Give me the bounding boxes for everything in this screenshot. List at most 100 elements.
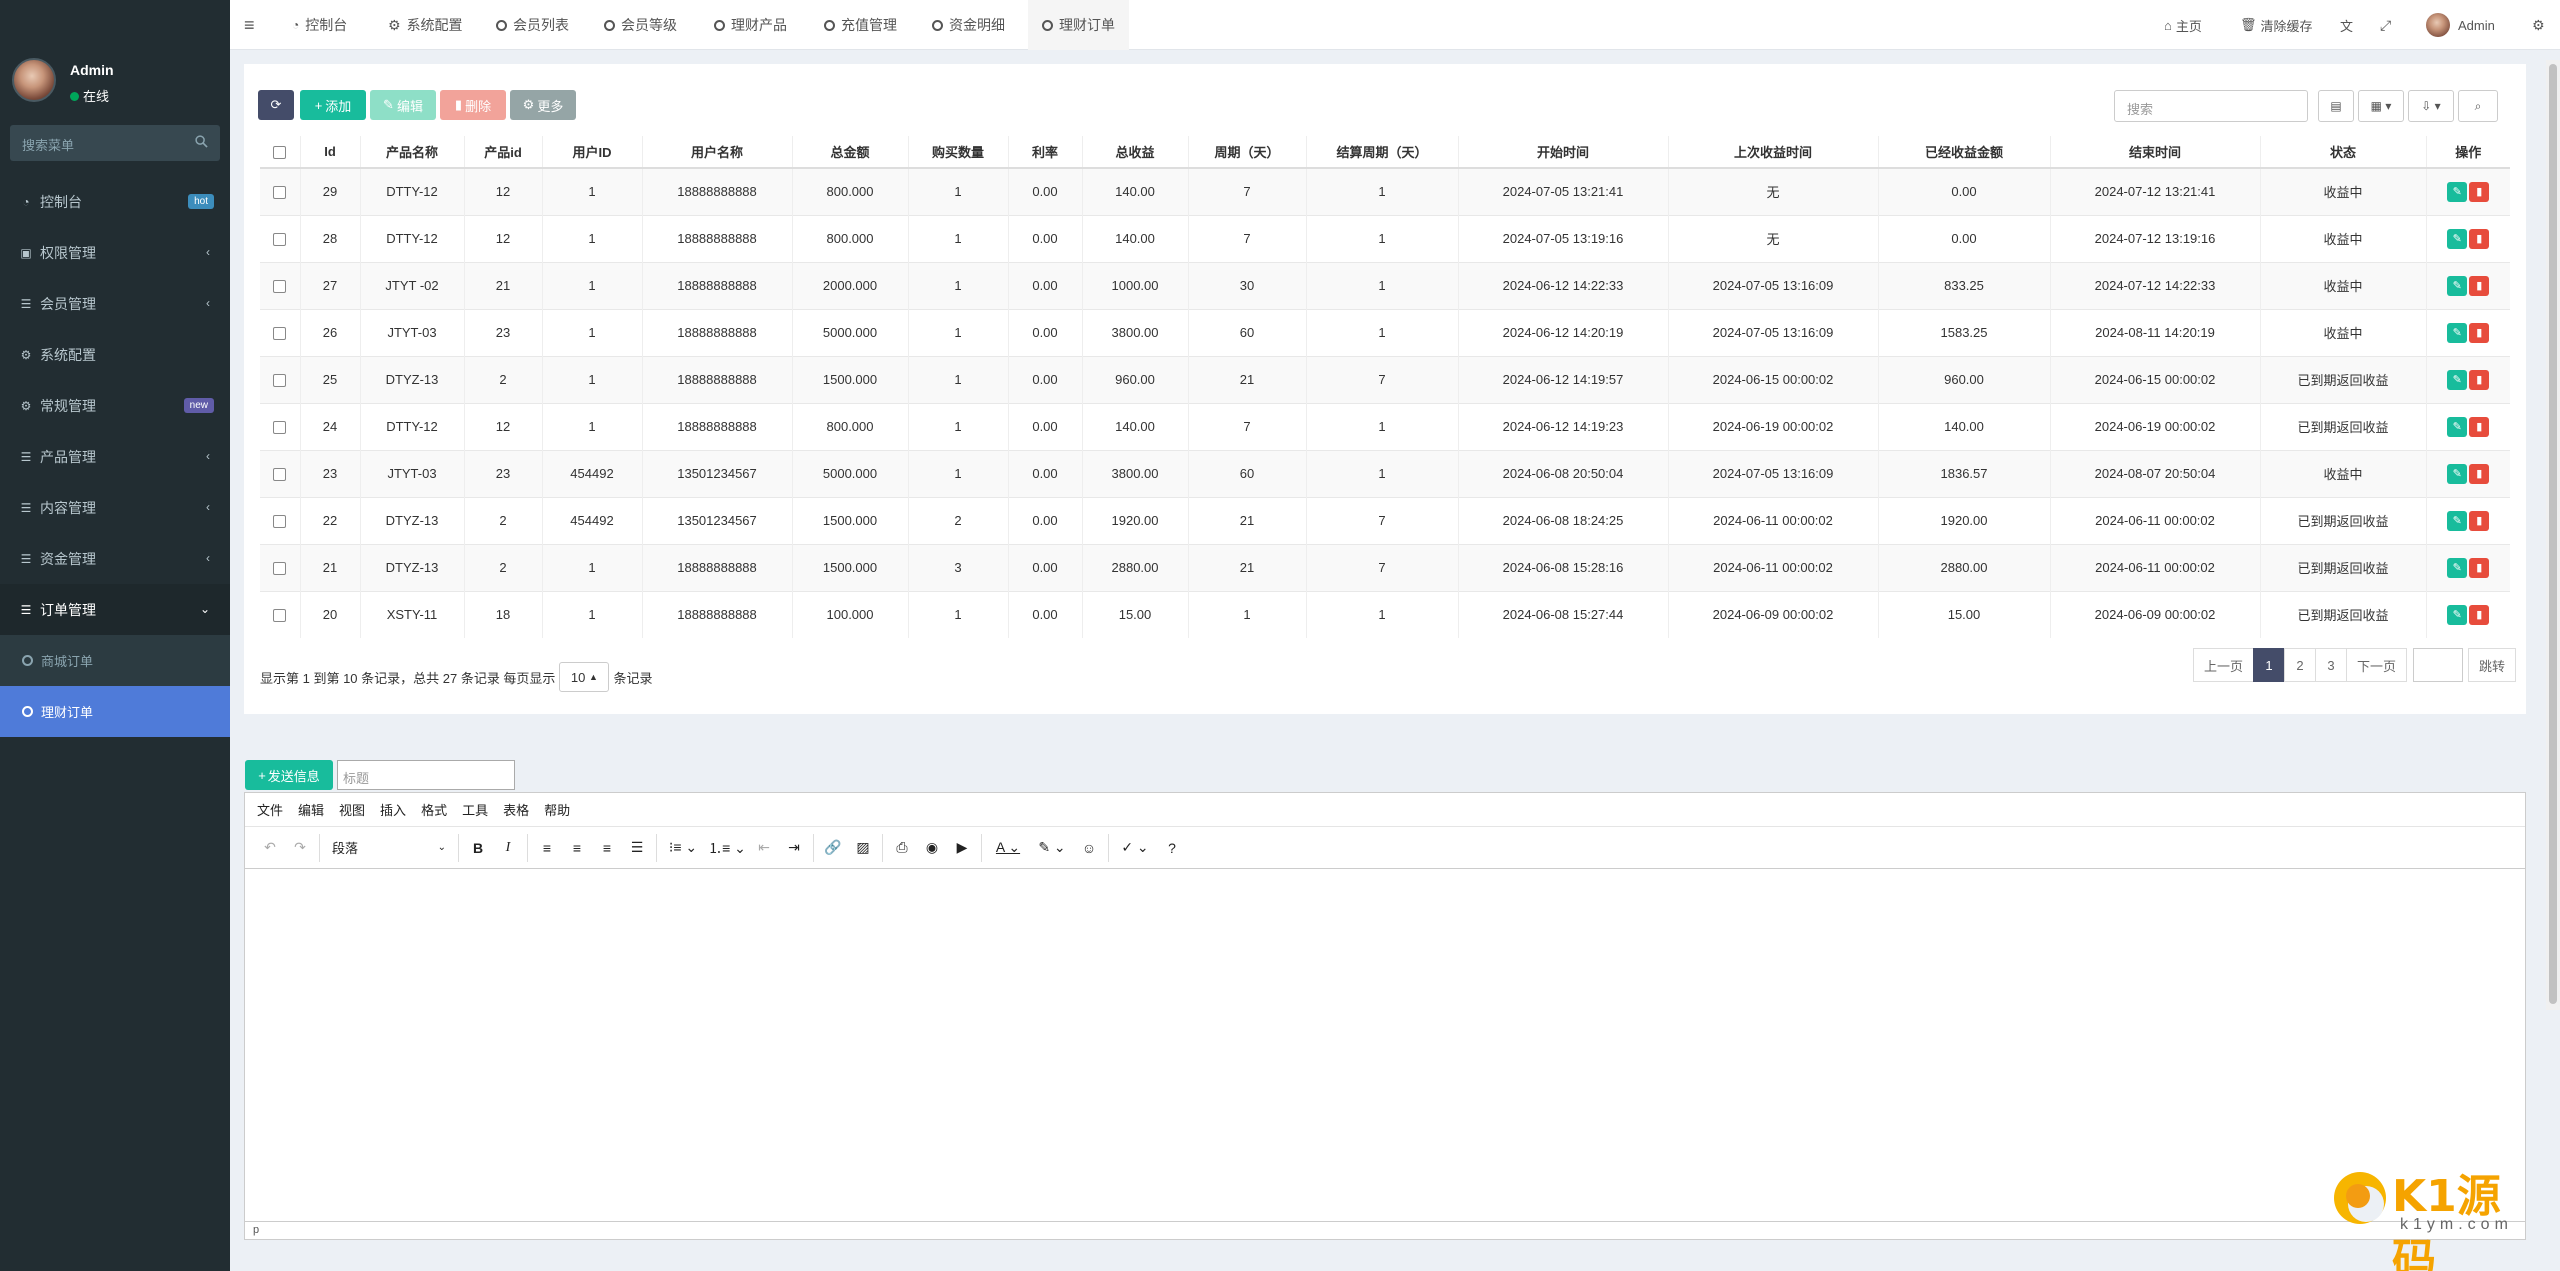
col-header[interactable]: 周期（天） [1187, 136, 1306, 169]
edit-row-icon[interactable]: ✎ [2447, 275, 2468, 296]
send-message-button[interactable]: + 发送信息 [245, 760, 333, 790]
sidebar-item-general[interactable]: ⚙ 常规管理 new [0, 380, 230, 431]
editor-menu-tools[interactable]: 工具 [462, 800, 488, 819]
delete-row-icon[interactable]: ▮ [2469, 557, 2490, 578]
help-icon[interactable]: ? [1157, 833, 1187, 863]
col-header[interactable]: 利率 [1007, 136, 1082, 169]
col-header[interactable]: 状态 [2259, 136, 2426, 169]
editor-menu-help[interactable]: 帮助 [544, 800, 570, 819]
tab-fund-details[interactable]: 资金明细 [932, 0, 1005, 50]
sidebar-search-input[interactable]: 搜索菜单 [10, 125, 220, 161]
table-row[interactable]: 23 JTYT-03 23 454492 13501234567 5000.000 1 0.0… [260, 449, 2510, 497]
table-row[interactable]: 26 JTYT-03 23 1 18888888888 5000.000 1 0.00 3800… [260, 308, 2510, 356]
row-checkbox[interactable] [273, 421, 287, 435]
redo-icon[interactable]: ↷ [285, 833, 315, 863]
edit-button[interactable]: ✎ 编辑 [370, 90, 436, 120]
delete-row-icon[interactable]: ▮ [2469, 463, 2490, 484]
goto-button[interactable]: 跳转 [2467, 648, 2516, 682]
link-icon[interactable]: 🔗 [818, 833, 848, 863]
row-checkbox[interactable] [273, 468, 287, 482]
language-icon[interactable]: 文 [2340, 0, 2353, 50]
page-size-select[interactable]: 10 ▲ [559, 662, 610, 692]
menu-toggle-icon[interactable]: ≡ [244, 0, 255, 50]
image-icon[interactable]: ▨ [848, 833, 878, 863]
indent-icon[interactable]: ⇥ [779, 833, 809, 863]
add-button[interactable]: + 添加 [300, 90, 366, 120]
table-row[interactable]: 22 DTYZ-13 2 454492 13501234567 1500.000 2 0.00… [260, 496, 2510, 544]
editor-menu-insert[interactable]: 插入 [380, 800, 406, 819]
settings-icon[interactable]: ⚙ [2532, 0, 2545, 50]
delete-row-icon[interactable]: ▮ [2469, 604, 2490, 625]
col-header[interactable]: 开始时间 [1457, 136, 1668, 169]
bold-icon[interactable]: B [463, 833, 493, 863]
table-row[interactable]: 21 DTYZ-13 2 1 18888888888 1500.000 3 0.00 2880.… [260, 543, 2510, 591]
row-checkbox[interactable] [273, 233, 287, 247]
text-color-icon[interactable]: A ⌄ [986, 833, 1030, 863]
preview-icon[interactable]: ◉ [917, 833, 947, 863]
tab-finance-products[interactable]: 理财产品 [714, 0, 787, 50]
table-row[interactable]: 27 JTYT -02 21 1 18888888888 2000.000 1 0.00 100… [260, 261, 2510, 309]
delete-button[interactable]: ▮ 删除 [440, 90, 506, 120]
delete-row-icon[interactable]: ▮ [2469, 228, 2490, 249]
sidebar-item-members[interactable]: ☰ 会员管理 ‹ [0, 278, 230, 329]
align-right-icon[interactable]: ≡ [592, 833, 622, 863]
prev-page-button[interactable]: 上一页 [2192, 648, 2254, 682]
more-button[interactable]: ⚙ 更多 [510, 90, 576, 120]
highlight-color-icon[interactable]: ✎ ⌄ [1030, 833, 1074, 863]
edit-row-icon[interactable]: ✎ [2447, 463, 2468, 484]
col-header[interactable]: 购买数量 [907, 136, 1008, 169]
sidebar-item-auth[interactable]: ▣ 权限管理 ‹ [0, 227, 230, 278]
sidebar-subitem-finance-orders[interactable]: 理财订单 [0, 686, 230, 737]
col-header[interactable]: 总金额 [791, 136, 908, 169]
scrollbar-thumb[interactable] [2549, 64, 2557, 1004]
col-header[interactable]: 结束时间 [2049, 136, 2260, 169]
block-format-select[interactable]: 段落 ⌄ [324, 833, 454, 863]
emoji-icon[interactable]: ☺ [1074, 833, 1104, 863]
outdent-icon[interactable]: ⇤ [749, 833, 779, 863]
advanced-search-button[interactable]: ⌕ [2458, 90, 2498, 122]
page-button-3[interactable]: 3 [2314, 648, 2347, 682]
numbered-list-icon[interactable]: ⒈≡ ⌄ [705, 833, 749, 863]
sidebar-item-content[interactable]: ☰ 内容管理 ‹ [0, 482, 230, 533]
sidebar-item-funds[interactable]: ☰ 资金管理 ‹ [0, 533, 230, 584]
edit-row-icon[interactable]: ✎ [2447, 228, 2468, 249]
fullscreen-icon[interactable]: ⤢ [2380, 0, 2391, 50]
col-header[interactable]: 产品名称 [359, 136, 464, 169]
delete-row-icon[interactable]: ▮ [2469, 369, 2490, 390]
tab-finance-orders[interactable]: 理财订单 [1028, 0, 1129, 50]
next-page-button[interactable]: 下一页 [2345, 648, 2407, 682]
sidebar-subitem-shop-orders[interactable]: 商城订单 [0, 635, 230, 686]
sidebar-item-sysconfig[interactable]: ⚙ 系统配置 [0, 329, 230, 380]
col-header[interactable]: 已经收益金额 [1877, 136, 2050, 169]
col-header[interactable]: 用户名称 [641, 136, 792, 169]
print-icon[interactable]: ⎙ [887, 833, 917, 863]
editor-menu-view[interactable]: 视图 [339, 800, 365, 819]
row-checkbox[interactable] [273, 562, 287, 576]
tab-sysconfig[interactable]: ⚙ 系统配置 [388, 0, 463, 50]
table-row[interactable]: 20 XSTY-11 18 1 18888888888 100.000 1 0.00 15.00… [260, 590, 2510, 638]
sidebar-item-dashboard[interactable]: ◔ 控制台 hot [0, 176, 230, 227]
edit-row-icon[interactable]: ✎ [2447, 557, 2468, 578]
edit-row-icon[interactable]: ✎ [2447, 369, 2468, 390]
user-menu[interactable]: Admin [2426, 0, 2495, 50]
delete-row-icon[interactable]: ▮ [2469, 275, 2490, 296]
editor-menu-edit[interactable]: 编辑 [298, 800, 324, 819]
search-icon[interactable] [195, 135, 208, 148]
edit-row-icon[interactable]: ✎ [2447, 510, 2468, 531]
home-link[interactable]: ⌂ 主页 [2164, 0, 2202, 50]
tab-member-list[interactable]: 会员列表 [496, 0, 569, 50]
row-checkbox[interactable] [273, 515, 287, 529]
bullet-list-icon[interactable]: ⁝≡ ⌄ [661, 833, 705, 863]
delete-row-icon[interactable]: ▮ [2469, 181, 2490, 202]
row-checkbox[interactable] [273, 374, 287, 388]
align-center-icon[interactable]: ≡ [562, 833, 592, 863]
refresh-button[interactable]: ⟳ [258, 90, 294, 120]
goto-page-input[interactable] [2412, 648, 2463, 682]
tab-member-level[interactable]: 会员等级 [604, 0, 677, 50]
page-button-1[interactable]: 1 [2252, 648, 2285, 682]
row-checkbox[interactable] [273, 327, 287, 341]
col-header[interactable]: 上次收益时间 [1667, 136, 1878, 169]
page-button-2[interactable]: 2 [2283, 648, 2316, 682]
delete-row-icon[interactable]: ▮ [2469, 510, 2490, 531]
table-row[interactable]: 28 DTTY-12 12 1 18888888888 800.000 1 0.00 140.0… [260, 214, 2510, 262]
